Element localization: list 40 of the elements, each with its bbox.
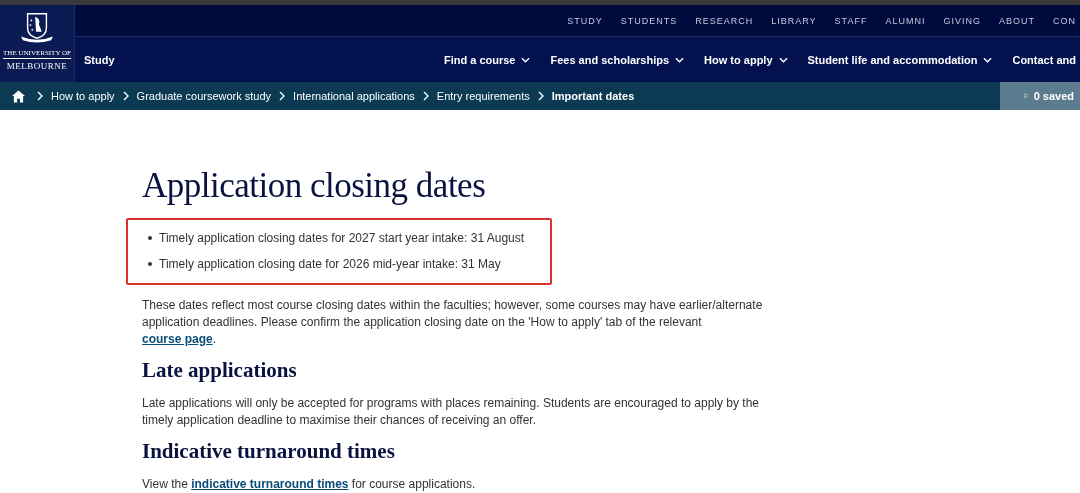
paragraph: View the indicative turnaround times for course applications.: [142, 476, 477, 493]
nav-menu-item[interactable]: Fees and scholarships: [550, 53, 685, 66]
top-nav-link[interactable]: ABOUT: [999, 15, 1035, 26]
breadcrumb-link[interactable]: How to apply: [51, 90, 115, 102]
top-nav-link[interactable]: STUDY: [567, 15, 603, 26]
chevron-right-icon: [122, 91, 129, 101]
section-title[interactable]: Study: [84, 53, 115, 66]
list-item: Timely application closing dates for 2027 start year intake: 31 August: [159, 231, 525, 245]
nav-menu-item[interactable]: How to apply: [704, 53, 788, 66]
paragraph: These dates reflect most course closing dates within the faculties; however, some courses may have earlier/alternate application deadlines. Please confirm the application closing date on the 'How to apply' tab of the relevant course page.: [142, 297, 764, 348]
top-nav-link[interactable]: STUDENTS: [620, 15, 678, 26]
nav-menu-item[interactable]: Student life and accommodation: [807, 53, 993, 66]
breadcrumb-link[interactable]: International applications: [293, 90, 415, 102]
section-heading: Late applications: [142, 358, 298, 383]
list-item: Timely application closing date for 2026 mid-year intake: 31 May: [159, 257, 501, 271]
chevron-right-icon: [537, 91, 544, 101]
chevron-right-icon: [422, 91, 429, 101]
chevron-right-icon: [37, 91, 43, 101]
nav-menu-item[interactable]: Find a course: [443, 53, 531, 66]
logo-text: MELBOURNE: [6, 61, 68, 71]
top-nav-link[interactable]: RESEARCH: [695, 15, 754, 26]
link[interactable]: indicative turnaround times: [191, 477, 349, 491]
section-heading: Indicative turnaround times: [142, 439, 396, 464]
chevron-right-icon: [279, 91, 286, 101]
nav-menu-item[interactable]: Contact and: [1012, 53, 1076, 66]
breadcrumb-link[interactable]: Graduate coursework study: [136, 90, 272, 102]
bullet-icon: [148, 236, 152, 240]
top-nav-link[interactable]: STAFF: [834, 15, 868, 26]
home-icon[interactable]: [12, 89, 25, 103]
top-nav-link[interactable]: ALUMNI: [885, 15, 926, 26]
top-nav-link[interactable]: GIVING: [943, 15, 981, 26]
paragraph: Late applications will only be accepted for programs with places remaining. Students are encouraged to apply by the timely application deadline to maximise their chances of receiving an offer.: [142, 395, 761, 429]
breadcrumb-link[interactable]: Important dates: [551, 90, 635, 102]
page-heading: Application closing dates: [142, 166, 487, 206]
link[interactable]: course page: [142, 332, 213, 346]
top-nav-link[interactable]: LIBRARY: [771, 15, 817, 26]
bullet-icon: [148, 262, 152, 266]
breadcrumb-link[interactable]: Entry requirements: [436, 90, 530, 102]
top-nav-link[interactable]: CON: [1053, 15, 1076, 26]
saved-button[interactable]: 0 saved: [1000, 82, 1080, 110]
